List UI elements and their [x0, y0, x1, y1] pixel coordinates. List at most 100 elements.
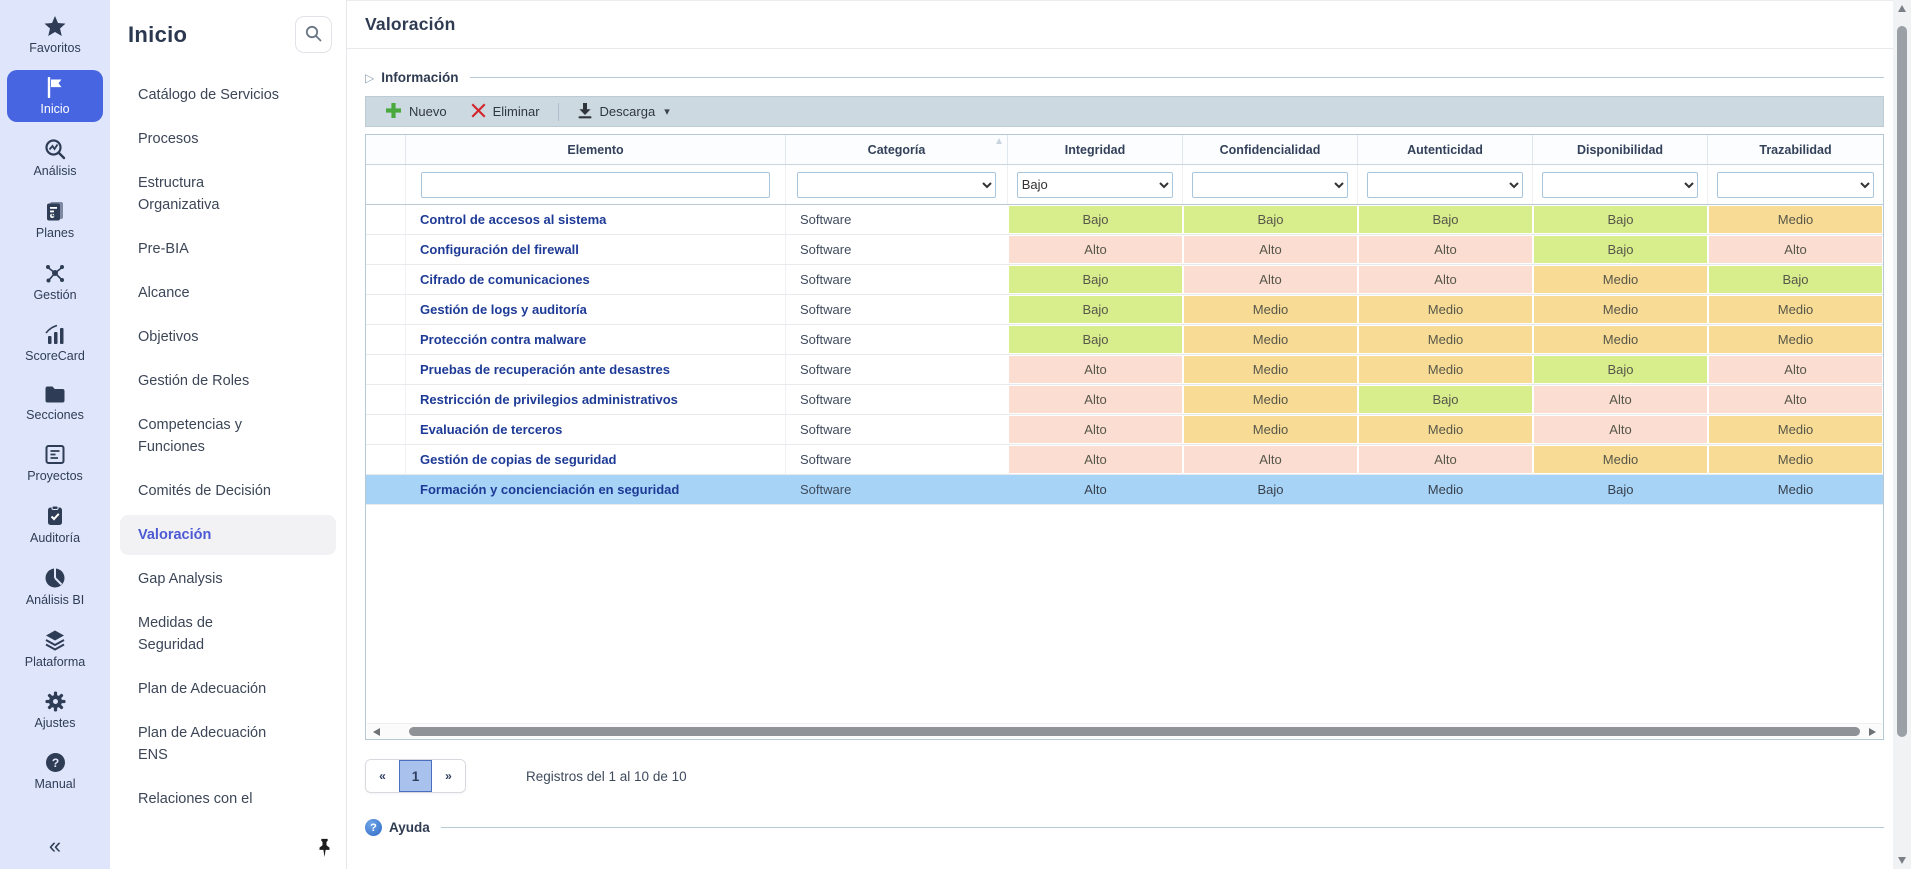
- table-row[interactable]: Configuración del firewallSoftwareAltoAl…: [366, 235, 1883, 265]
- sidebar-search-button[interactable]: [295, 16, 332, 53]
- informacion-section-header[interactable]: ▷ Información: [365, 70, 1884, 85]
- rail-item-manual[interactable]: ? Manual: [7, 745, 103, 797]
- pager-page-1-button[interactable]: 1: [399, 760, 432, 792]
- rating-cell: Alto: [1709, 356, 1882, 383]
- scroll-right-arrow-icon[interactable]: [1869, 728, 1876, 736]
- element-link[interactable]: Gestión de copias de seguridad: [420, 452, 617, 467]
- row-category: Software: [786, 325, 1008, 354]
- sidebar-item-objetivos[interactable]: Objetivos: [120, 317, 336, 357]
- scroll-left-arrow-icon[interactable]: [373, 728, 380, 736]
- rating-cell: Bajo: [1009, 266, 1182, 293]
- rail-item-label: Manual: [35, 777, 76, 791]
- element-link[interactable]: Configuración del firewall: [420, 242, 579, 257]
- filter-select-integridad[interactable]: Bajo: [1017, 172, 1174, 198]
- filter-select-trazabilidad[interactable]: [1717, 172, 1875, 198]
- rail-item-inicio[interactable]: Inicio: [7, 70, 103, 122]
- star-icon: [44, 16, 66, 37]
- sidebar-nav: Catálogo de Servicios Procesos Estructur…: [110, 53, 346, 823]
- rail-item-favoritos[interactable]: Favoritos: [7, 9, 103, 61]
- scroll-down-arrow-icon[interactable]: [1898, 857, 1906, 864]
- element-link[interactable]: Pruebas de recuperación ante desastres: [420, 362, 670, 377]
- element-link[interactable]: Control de accesos al sistema: [420, 212, 606, 227]
- filter-select-confidencialidad[interactable]: [1192, 172, 1349, 198]
- sidebar-item-catalogo-de-servicios[interactable]: Catálogo de Servicios: [120, 75, 336, 115]
- rail-item-plataforma[interactable]: Plataforma: [7, 622, 103, 675]
- sidebar-item-relaciones-con-el[interactable]: Relaciones con el: [120, 779, 336, 819]
- table-row[interactable]: Restricción de privilegios administrativ…: [366, 385, 1883, 415]
- column-header-autenticidad[interactable]: Autenticidad: [1358, 135, 1533, 164]
- table-row[interactable]: Protección contra malwareSoftwareBajoMed…: [366, 325, 1883, 355]
- column-header-elemento[interactable]: Elemento: [406, 135, 786, 164]
- table-row[interactable]: Gestión de logs y auditoríaSoftwareBajoM…: [366, 295, 1883, 325]
- pager-next-button[interactable]: »: [432, 760, 465, 792]
- sidebar-item-gap-analysis[interactable]: Gap Analysis: [120, 559, 336, 599]
- rail-item-auditoria[interactable]: Auditoría: [7, 498, 103, 551]
- sidebar-item-competencias-y-funciones[interactable]: Competencias y Funciones: [120, 405, 336, 467]
- scroll-up-arrow-icon[interactable]: [1898, 5, 1906, 12]
- table-row[interactable]: Pruebas de recuperación ante desastresSo…: [366, 355, 1883, 385]
- plus-icon: [385, 102, 402, 122]
- rail-item-proyectos[interactable]: Proyectos: [7, 437, 103, 489]
- new-button[interactable]: Nuevo: [376, 97, 456, 126]
- column-header-categoria[interactable]: Categoría▲: [786, 135, 1008, 164]
- network-icon: [44, 262, 66, 284]
- rail-item-analisis[interactable]: Análisis: [7, 131, 103, 184]
- horizontal-scrollbar-thumb[interactable]: [409, 727, 1860, 736]
- element-link[interactable]: Formación y concienciación en seguridad: [420, 482, 679, 497]
- element-link[interactable]: Protección contra malware: [420, 332, 586, 347]
- filter-select-disponibilidad[interactable]: [1542, 172, 1699, 198]
- section-expand-icon[interactable]: ▷: [365, 71, 374, 85]
- help-section-header[interactable]: ? Ayuda: [365, 819, 1884, 836]
- rail-item-gestion[interactable]: Gestión: [7, 255, 103, 308]
- rail-item-scorecard[interactable]: ScoreCard: [7, 317, 103, 369]
- report-icon: [44, 200, 66, 222]
- sidebar-item-valoracion[interactable]: Valoración: [120, 515, 336, 555]
- column-header-trazabilidad[interactable]: Trazabilidad: [1708, 135, 1883, 164]
- column-header-disponibilidad[interactable]: Disponibilidad: [1533, 135, 1708, 164]
- sidebar-item-plan-de-adecuacion-ens[interactable]: Plan de Adecuación ENS: [120, 713, 336, 775]
- sidebar-item-comites-de-decision[interactable]: Comités de Decisión: [120, 471, 336, 511]
- rating-cell: Medio: [1359, 326, 1532, 353]
- table-row[interactable]: Control de accesos al sistemaSoftwareBaj…: [366, 205, 1883, 235]
- sidebar-item-pre-bia[interactable]: Pre-BIA: [120, 229, 336, 269]
- rail-item-label: Secciones: [26, 408, 84, 422]
- rating-cell: Alto: [1359, 446, 1532, 473]
- sidebar-item-plan-de-adecuacion[interactable]: Plan de Adecuación: [120, 669, 336, 709]
- element-link[interactable]: Gestión de logs y auditoría: [420, 302, 587, 317]
- element-link[interactable]: Restricción de privilegios administrativ…: [420, 392, 678, 407]
- table-filter-row: Bajo: [366, 165, 1883, 205]
- rail-item-secciones[interactable]: Secciones: [7, 378, 103, 428]
- delete-button[interactable]: Eliminar: [462, 97, 549, 126]
- horizontal-scrollbar: [367, 723, 1882, 738]
- table-row[interactable]: Evaluación de tercerosSoftwareAltoMedioM…: [366, 415, 1883, 445]
- sidebar-item-gestion-de-roles[interactable]: Gestión de Roles: [120, 361, 336, 401]
- element-link[interactable]: Evaluación de terceros: [420, 422, 562, 437]
- vertical-scrollbar-thumb[interactable]: [1897, 26, 1907, 737]
- table-row[interactable]: Gestión de copias de seguridadSoftwareAl…: [366, 445, 1883, 475]
- filter-select-autenticidad[interactable]: [1367, 172, 1524, 198]
- rating-cell: Medio: [1709, 446, 1882, 473]
- rating-cell: Medio: [1184, 356, 1357, 383]
- rail-item-label: Inicio: [40, 102, 69, 116]
- download-icon: [577, 102, 593, 122]
- rail-item-ajustes[interactable]: Ajustes: [7, 684, 103, 736]
- sidebar-item-procesos[interactable]: Procesos: [120, 119, 336, 159]
- column-header-confidencialidad[interactable]: Confidencialidad: [1183, 135, 1358, 164]
- column-header-integridad[interactable]: Integridad: [1008, 135, 1183, 164]
- rail-item-analisis-bi[interactable]: Análisis BI: [7, 560, 103, 613]
- filter-input-elemento[interactable]: [421, 172, 770, 198]
- title-divider: [347, 48, 1893, 49]
- element-link[interactable]: Cifrado de comunicaciones: [420, 272, 590, 287]
- rail-item-planes[interactable]: Planes: [7, 193, 103, 246]
- table-row[interactable]: Cifrado de comunicacionesSoftwareBajoAlt…: [366, 265, 1883, 295]
- sidebar-item-estructura-organizativa[interactable]: Estructura Organizativa: [120, 163, 336, 225]
- pager-prev-button[interactable]: «: [366, 760, 399, 792]
- table-row[interactable]: Formación y concienciación en seguridadS…: [366, 475, 1883, 505]
- pin-sidebar-icon[interactable]: [317, 838, 332, 863]
- filter-select-categoria[interactable]: [797, 172, 996, 198]
- collapse-rail-icon[interactable]: «: [49, 833, 61, 859]
- sidebar-item-alcance[interactable]: Alcance: [120, 273, 336, 313]
- sidebar-item-medidas-de-seguridad[interactable]: Medidas de Seguridad: [120, 603, 336, 665]
- download-button[interactable]: Descarga ▾: [568, 97, 679, 126]
- download-button-label: Descarga: [600, 104, 656, 119]
